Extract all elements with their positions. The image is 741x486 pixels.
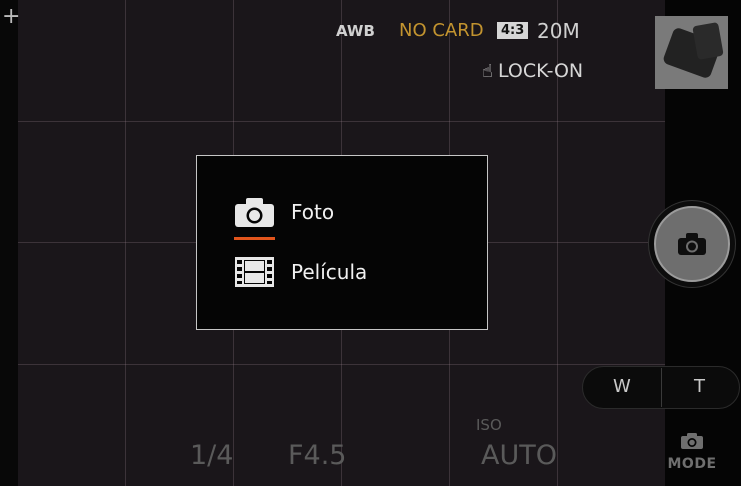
camera-icon	[678, 233, 706, 255]
touch-hand-icon: ☝	[482, 60, 493, 82]
grid-line	[125, 0, 126, 486]
camera-icon	[681, 433, 703, 449]
mode-option-label: Película	[291, 260, 368, 284]
left-edge-strip	[0, 0, 18, 486]
last-photo-thumbnail[interactable]	[655, 16, 728, 89]
zoom-tele-button[interactable]: T	[694, 376, 705, 397]
thumbnail-content	[692, 22, 724, 60]
grid-line	[18, 364, 665, 365]
shutter-speed-value[interactable]: 1/4	[190, 440, 233, 471]
iso-value[interactable]: AUTO	[481, 440, 557, 471]
shutter-button[interactable]	[654, 206, 730, 282]
zoom-divider	[661, 368, 662, 407]
zoom-wide-button[interactable]: W	[613, 376, 631, 397]
plus-icon[interactable]: +	[2, 6, 20, 28]
storage-status: NO CARD	[399, 20, 484, 41]
aspect-ratio-badge: 4:3	[497, 22, 529, 39]
film-icon	[235, 257, 274, 287]
mode-button[interactable]: MODE	[666, 432, 718, 476]
touch-mode-label: LOCK-ON	[497, 60, 584, 82]
mode-option-photo[interactable]: Foto	[234, 196, 334, 228]
megapixels-indicator: 20M	[537, 19, 580, 43]
touch-lock-indicator: ☝ LOCK-ON	[482, 60, 583, 82]
white-balance-indicator: AWB	[336, 22, 375, 40]
mode-option-label: Foto	[291, 200, 335, 224]
iso-label: ISO	[476, 416, 502, 434]
mode-button-label: MODE	[667, 456, 717, 472]
aperture-value[interactable]: F4.5	[288, 440, 346, 471]
camera-icon	[235, 198, 274, 227]
mode-option-movie[interactable]: Película	[234, 256, 367, 288]
selected-indicator	[234, 237, 275, 240]
grid-line	[18, 121, 665, 122]
capture-mode-dialog: Foto Película	[196, 155, 488, 330]
